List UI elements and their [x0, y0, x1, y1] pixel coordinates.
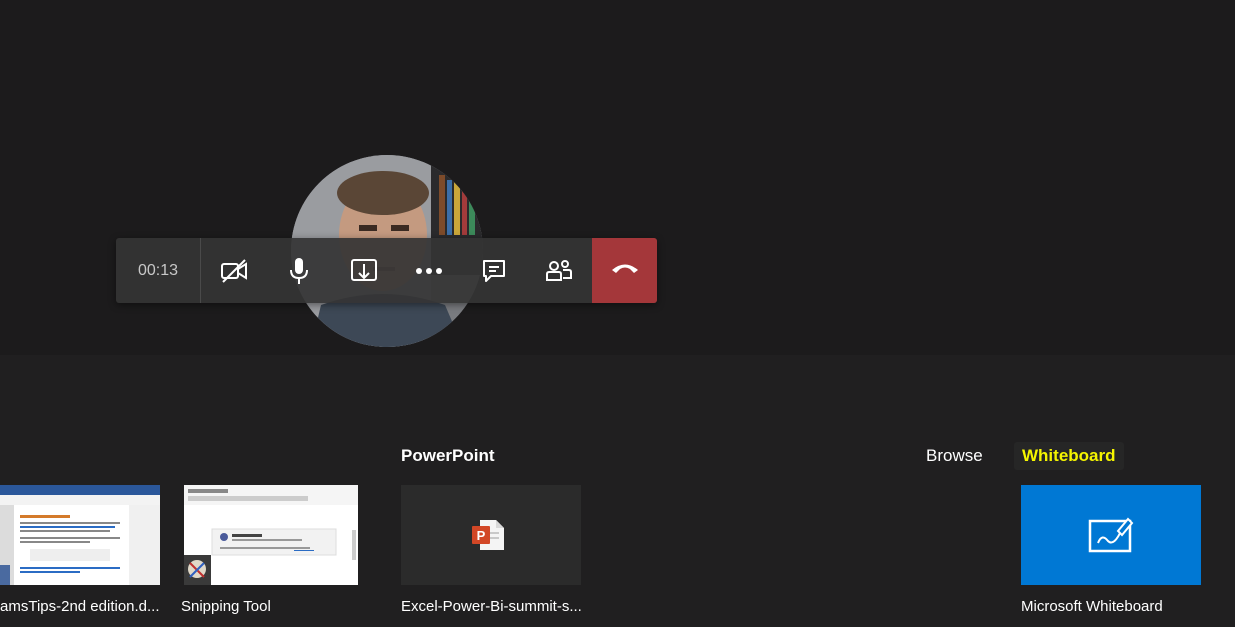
whiteboard-icon [1088, 515, 1134, 560]
microphone-button[interactable] [266, 238, 331, 303]
chat-button[interactable] [461, 238, 526, 303]
participants-button[interactable] [526, 238, 591, 303]
whiteboard-label: Microsoft Whiteboard [1021, 598, 1163, 615]
more-dots-icon [415, 267, 443, 275]
camera-off-icon [219, 258, 249, 284]
hang-up-button[interactable] [592, 238, 657, 303]
browse-link[interactable]: Browse [926, 446, 983, 466]
video-stage: 00:13 [0, 0, 1235, 355]
powerpoint-file-label: Excel-Power-Bi-summit-s... [401, 598, 582, 615]
chat-icon [481, 258, 507, 284]
whiteboard-section-title[interactable]: Whiteboard [1014, 442, 1124, 470]
svg-text:P: P [477, 528, 486, 543]
call-timer: 00:13 [116, 238, 201, 303]
window-label: Snipping Tool [181, 598, 271, 615]
powerpoint-file-icon: P [472, 518, 506, 557]
word-document-thumbnail [0, 485, 160, 585]
whiteboard-tile[interactable] [1021, 485, 1201, 585]
phone-hangup-icon [610, 261, 640, 280]
window-thumbnail-snipping-tool[interactable] [184, 485, 358, 585]
more-options-button[interactable] [396, 238, 461, 303]
window-label: amsTips-2nd edition.d... [0, 598, 160, 615]
microphone-icon [288, 257, 310, 285]
participants-icon [545, 258, 573, 284]
share-tray-icon [350, 258, 378, 284]
window-thumbnail-word[interactable] [0, 485, 160, 585]
share-button[interactable] [331, 238, 396, 303]
camera-toggle-button[interactable] [201, 238, 266, 303]
call-toolbar: 00:13 [116, 238, 657, 303]
snipping-tool-thumbnail [184, 485, 358, 585]
powerpoint-section-title: PowerPoint [401, 446, 495, 465]
powerpoint-file-tile[interactable]: P [401, 485, 581, 585]
